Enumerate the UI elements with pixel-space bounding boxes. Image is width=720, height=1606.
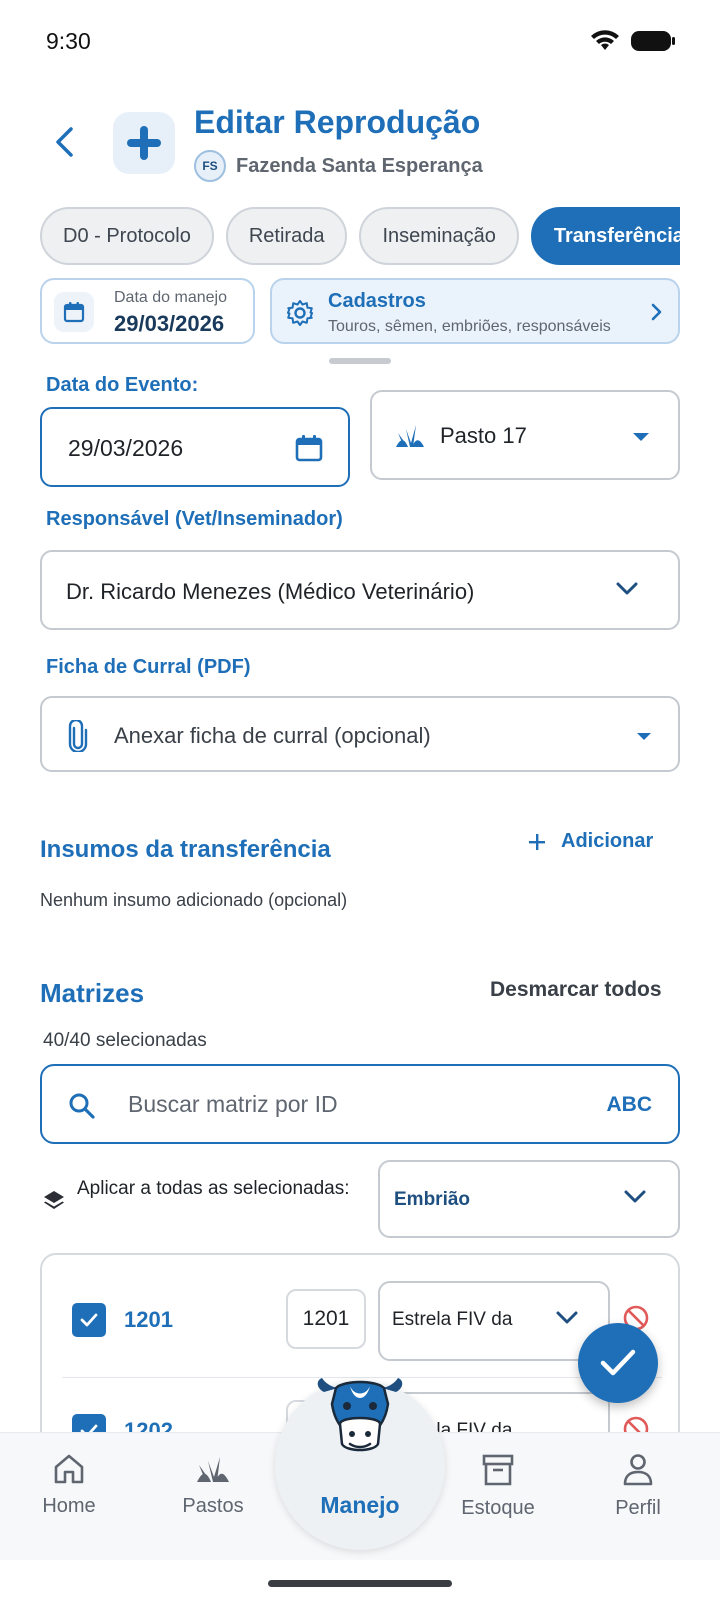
gear-icon: [287, 300, 313, 326]
matrix-number-input[interactable]: 1201: [286, 1289, 366, 1349]
person-icon: [623, 1454, 653, 1486]
nav-home-label: Home: [42, 1495, 96, 1517]
check-icon: [80, 1313, 98, 1327]
chevron-down-icon: [616, 582, 638, 595]
nav-estoque-label: Estoque: [461, 1497, 535, 1519]
tabs-track: D0 - Protocolo Retirada Inseminação Tran…: [40, 207, 680, 265]
wifi-icon: [591, 30, 619, 50]
plus-icon: [529, 833, 545, 850]
tab-transferencia[interactable]: Transferência: [530, 207, 680, 265]
calendar-icon: [54, 292, 94, 332]
calendar-icon[interactable]: [294, 433, 324, 463]
check-icon: [600, 1349, 636, 1376]
deselect-all-button[interactable]: Desmarcar todos: [490, 978, 662, 1002]
ficha-placeholder: Anexar ficha de curral (opcional): [114, 723, 431, 748]
chevron-left-icon: [56, 127, 73, 157]
pasto-value: Pasto 17: [440, 423, 527, 448]
cadastros-title: Cadastros: [328, 290, 426, 312]
matrix-id[interactable]: 1201: [124, 1307, 173, 1333]
drag-handle[interactable]: [329, 358, 391, 364]
home-icon: [54, 1454, 84, 1484]
add-insumo-button[interactable]: Adicionar: [527, 830, 653, 853]
ficha-curral-select[interactable]: Anexar ficha de curral (opcional): [40, 696, 680, 772]
search-mode-toggle[interactable]: ABC: [607, 1093, 653, 1117]
battery-icon: [631, 31, 675, 51]
add-insumo-label: Adicionar: [561, 830, 654, 852]
back-button[interactable]: [46, 124, 82, 160]
matrizes-title: Matrizes: [40, 978, 145, 1008]
plus-icon: [127, 126, 161, 160]
layers-icon: [44, 1191, 64, 1209]
header-plus-badge: [113, 112, 175, 174]
chevron-down-icon: [556, 1311, 578, 1324]
responsavel-value: Dr. Ricardo Menezes (Médico Veterinário): [66, 579, 475, 604]
status-bar: 9:30: [0, 0, 720, 86]
home-indicator[interactable]: [268, 1580, 452, 1587]
nav-manejo-label: Manejo: [320, 1492, 400, 1518]
nav-manejo[interactable]: Manejo: [275, 1378, 445, 1550]
nav-home[interactable]: Home: [14, 1453, 124, 1518]
status-time: 9:30: [46, 28, 91, 54]
insumos-empty-text: Nenhum insumo adicionado (opcional): [40, 890, 348, 910]
matrix-embryo-select[interactable]: Estrela FIV da: [378, 1281, 610, 1361]
cadastros-card[interactable]: Cadastros Touros, sêmen, embriões, respo…: [270, 278, 680, 344]
apply-all-value: Embrião: [394, 1189, 471, 1210]
search-icon: [69, 1093, 95, 1119]
matrix-search-input[interactable]: Buscar matriz por ID ABC: [40, 1064, 680, 1144]
caret-down-icon: [637, 733, 651, 740]
nav-estoque[interactable]: Estoque: [443, 1453, 553, 1520]
grass-icon: [396, 425, 424, 447]
nav-pastos[interactable]: Pastos: [158, 1453, 268, 1518]
responsavel-label: Responsável (Vet/Inseminador): [46, 508, 343, 530]
insumos-title: Insumos da transferência: [40, 836, 331, 863]
cow-icon: [317, 1378, 403, 1452]
apply-all-select[interactable]: Embrião: [378, 1160, 680, 1238]
apply-all-label: Aplicar a todas as selecionadas:: [77, 1178, 350, 1199]
archive-icon: [482, 1454, 514, 1486]
manejo-date-value: 29/03/2026: [114, 311, 225, 336]
event-date-label: Data do Evento:: [46, 374, 199, 396]
event-date-field[interactable]: 29/03/2026: [40, 407, 350, 487]
paperclip-icon: [68, 720, 88, 752]
step-tabs: D0 - Protocolo Retirada Inseminação Tran…: [40, 207, 680, 265]
chevron-right-icon: [651, 303, 662, 321]
ficha-label: Ficha de Curral (PDF): [46, 656, 251, 678]
manejo-date-card[interactable]: Data do manejo 29/03/2026: [40, 278, 255, 344]
selected-count: 40/40 selecionadas: [43, 1030, 207, 1051]
tab-inseminacao[interactable]: Inseminação: [359, 207, 519, 265]
farm-avatar: FS: [194, 150, 226, 182]
search-placeholder: Buscar matriz por ID: [128, 1091, 338, 1117]
nav-perfil-label: Perfil: [615, 1497, 661, 1519]
chevron-down-icon: [624, 1190, 646, 1203]
manejo-date-label: Data do manejo: [114, 289, 227, 306]
farm-name: Fazenda Santa Esperança: [236, 154, 483, 177]
pasto-select[interactable]: Pasto 17: [370, 390, 680, 480]
app-header: Editar Reprodução FS Fazenda Santa Esper…: [0, 96, 720, 186]
tab-retirada[interactable]: Retirada: [225, 207, 348, 265]
page-title: Editar Reprodução: [194, 104, 481, 140]
farm-indicator: FS Fazenda Santa Esperança: [194, 150, 483, 182]
matrix-embryo-value: Estrela FIV da: [392, 1309, 513, 1330]
tab-d0-protocolo[interactable]: D0 - Protocolo: [40, 207, 214, 265]
caret-down-icon: [633, 433, 649, 441]
nav-perfil[interactable]: Perfil: [583, 1453, 693, 1520]
grass-icon: [197, 1457, 229, 1482]
nav-pastos-label: Pastos: [182, 1495, 244, 1517]
event-date-value: 29/03/2026: [68, 435, 184, 461]
cadastros-subtitle: Touros, sêmen, embriões, responsáveis: [328, 318, 611, 335]
matrix-checkbox[interactable]: [72, 1303, 106, 1337]
responsavel-select[interactable]: Dr. Ricardo Menezes (Médico Veterinário): [40, 550, 680, 630]
status-icons: [590, 30, 676, 52]
confirm-fab[interactable]: [578, 1323, 658, 1403]
